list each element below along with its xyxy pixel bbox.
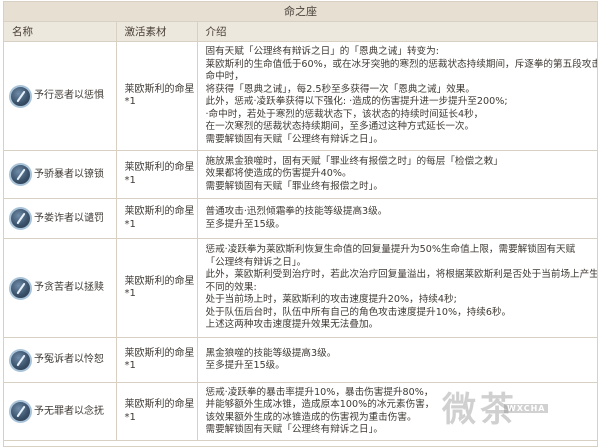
constellation-icon — [9, 163, 32, 186]
header-intro: 介绍 — [197, 22, 597, 42]
name-cell: 予无罪者以念抚 — [4, 382, 117, 441]
constellation-row: 予冤诉者以怜恕 莱欧斯利的命星*1 黑金狼噬的技能等级提高3级。 至多提升至15级。 — [4, 337, 597, 383]
description-line: 此外，莱欧斯利受到治疗时，若此次治疗回复量溢出，将根据莱欧斯利是否处于当前场上产… — [205, 269, 598, 281]
description-line: 将获得「恩典之诫」，每2.5秒至多获得一次「恩典之诫」效果。 — [205, 83, 476, 95]
activation-material: 莱欧斯利的命星*1 — [116, 238, 198, 338]
description-line: 施放黑金狼噬时，固有天赋「罪业终有报偿之时」的每层「检偿之敕」 — [205, 155, 503, 167]
description-line: 处于当前场上时，莱欧斯利的攻击速度提升20%，持续4秒; — [205, 294, 457, 306]
name-cell-content: 予冤诉者以怜恕 — [4, 348, 116, 372]
name-cell-content: 予行恶者以惩惧 — [4, 84, 116, 108]
constellation-icon — [9, 84, 32, 108]
description-cell: 惩戒·凌跃拳为莱欧斯利恢复生命值的回复量提升为50%生命值上限，需要解锁固有天赋… — [197, 238, 598, 338]
activation-material: 莱欧斯利的命星*1 — [116, 382, 198, 441]
name-cell: 予冤诉者以怜恕 — [4, 337, 117, 383]
constellation-row: 予行恶者以惩惧 莱欧斯利的命星*1 固有天赋「公理终有辩诉之日」的「恩典之诫」转变为… — [4, 41, 598, 151]
description-line: 「公理终有辩诉之日」。 — [205, 256, 307, 268]
constellation-name: 予行恶者以惩惧 — [34, 90, 104, 101]
description-line: ·命中时，若处于寒烈的惩裁状态下，该状态的持续时间延长4秒， — [205, 108, 484, 120]
constellation-row: 予娄诈者以谴罚 莱欧斯利的命星*1 普通攻击·迅烈倾霜拳的技能等级提高3级。 至多提升… — [4, 198, 597, 239]
description-line: 黑金狼噬的技能等级提高3级。 — [205, 347, 337, 359]
constellation-icon — [9, 276, 32, 300]
name-cell-content: 予无罪者以念抚 — [4, 400, 116, 423]
description-cell: 普通攻击·迅烈倾霜拳的技能等级提高3级。 至多提升至15级。 — [197, 198, 597, 239]
description-cell: 固有天赋「公理终有辩诉之日」的「恩典之诫」转变为: 莱欧斯利的生命值低于60%，或… — [197, 41, 598, 151]
description-line: 上述这两种攻击速度提升效果无法叠加。 — [205, 319, 379, 331]
constellation-icon — [9, 207, 32, 230]
description-cell: 施放黑金狼噬时，固有天赋「罪业终有报偿之时」的每层「检偿之敕」 效果都将使造成的伤… — [197, 150, 597, 199]
description-line: 莱欧斯利的生命值低于60%，或在冰牙突驰的寒烈的惩裁状态持续期间，斥逐拳的第五段… — [205, 58, 598, 70]
constellation-icon — [9, 400, 32, 423]
constellation-name: 予贪苦者以拯赎 — [34, 282, 104, 293]
site-watermark: 微茶 WXCHA — [442, 382, 592, 442]
description-line: 处于队伍后台时，队伍中所有自己的角色攻击速度提升10%，持续6秒。 — [205, 306, 512, 318]
activation-material: 莱欧斯利的命星*1 — [116, 150, 198, 199]
description-line: 至多提升至15级。 — [205, 218, 285, 230]
name-cell-content: 予骄暴者以镣锁 — [4, 163, 116, 186]
description-line: 命中时， — [205, 71, 244, 82]
constellation-name: 予骄暴者以镣锁 — [34, 168, 104, 180]
description-line: 不同的效果: — [205, 281, 257, 293]
name-cell-content: 予娄诈者以谴罚 — [4, 207, 116, 230]
description-cell: 黑金狼噬的技能等级提高3级。 至多提升至15级。 — [197, 337, 597, 383]
description-line: 需要解锁固有天赋「罪业终有报偿之时」。 — [205, 180, 383, 192]
constellation-name: 予冤诉者以怜恕 — [34, 354, 104, 365]
header-row: 名称 激活素材 介绍 — [4, 22, 597, 42]
constellation-table-container: 命之座 名称 激活素材 介绍 予行恶者以惩惧 莱欧斯利的命星*1 固有天赋「公理终有… — [3, 1, 598, 447]
description-line: 需要解锁固有天赋「公理终有辩诉之日」。 — [205, 133, 383, 145]
description-line: 固有天赋「公理终有辩诉之日」的「恩典之诫」转变为: — [205, 46, 439, 57]
description-line: 至多提升至15级。 — [205, 360, 285, 371]
constellation-icon — [9, 348, 32, 372]
activation-material: 莱欧斯利的命星*1 — [116, 198, 198, 239]
constellation-name: 予无罪者以念抚 — [34, 405, 104, 417]
constellation-table: 名称 激活素材 介绍 予行恶者以惩惧 莱欧斯利的命星*1 固有天赋「公理终有辩诉之日… — [4, 22, 597, 441]
constellation-row: 予贪苦者以拯赎 莱欧斯利的命星*1 惩戒·凌跃拳为莱欧斯利恢复生命值的回复量提升为5… — [4, 238, 598, 338]
activation-material: 莱欧斯利的命星*1 — [116, 41, 198, 151]
name-cell: 予骄暴者以镣锁 — [4, 150, 117, 199]
name-cell: 予行恶者以惩惧 — [4, 41, 117, 151]
description-line: 惩戒·凌跃拳为莱欧斯利恢复生命值的回复量提升为50%生命值上限，需要解锁固有天赋 — [205, 244, 576, 256]
table-title: 命之座 — [4, 2, 597, 22]
description-line: 普通攻击·迅烈倾霜拳的技能等级提高3级。 — [205, 206, 388, 217]
description-line: 在一次寒烈的惩裁状态持续期间，至多通过这种方式延长一次。 — [205, 121, 475, 132]
name-cell: 予娄诈者以谴罚 — [4, 198, 117, 239]
watermark-small-text: WXCHA — [504, 404, 549, 413]
header-name: 名称 — [4, 22, 117, 42]
name-cell: 予贪苦者以拯赎 — [4, 238, 117, 338]
constellation-name: 予娄诈者以谴罚 — [34, 212, 104, 224]
header-material: 激活素材 — [116, 22, 198, 42]
description-line: 此外，惩戒·凌跃拳获得以下强化: ·造成的伤害提升进一步提升至200%; — [205, 96, 508, 107]
name-cell-content: 予贪苦者以拯赎 — [4, 276, 116, 300]
description-line: 效果都将使造成的伤害提升40%。 — [205, 168, 352, 180]
constellation-row: 予骄暴者以镣锁 莱欧斯利的命星*1 施放黑金狼噬时，固有天赋「罪业终有报偿之时」的每… — [4, 150, 597, 199]
activation-material: 莱欧斯利的命星*1 — [116, 337, 198, 383]
